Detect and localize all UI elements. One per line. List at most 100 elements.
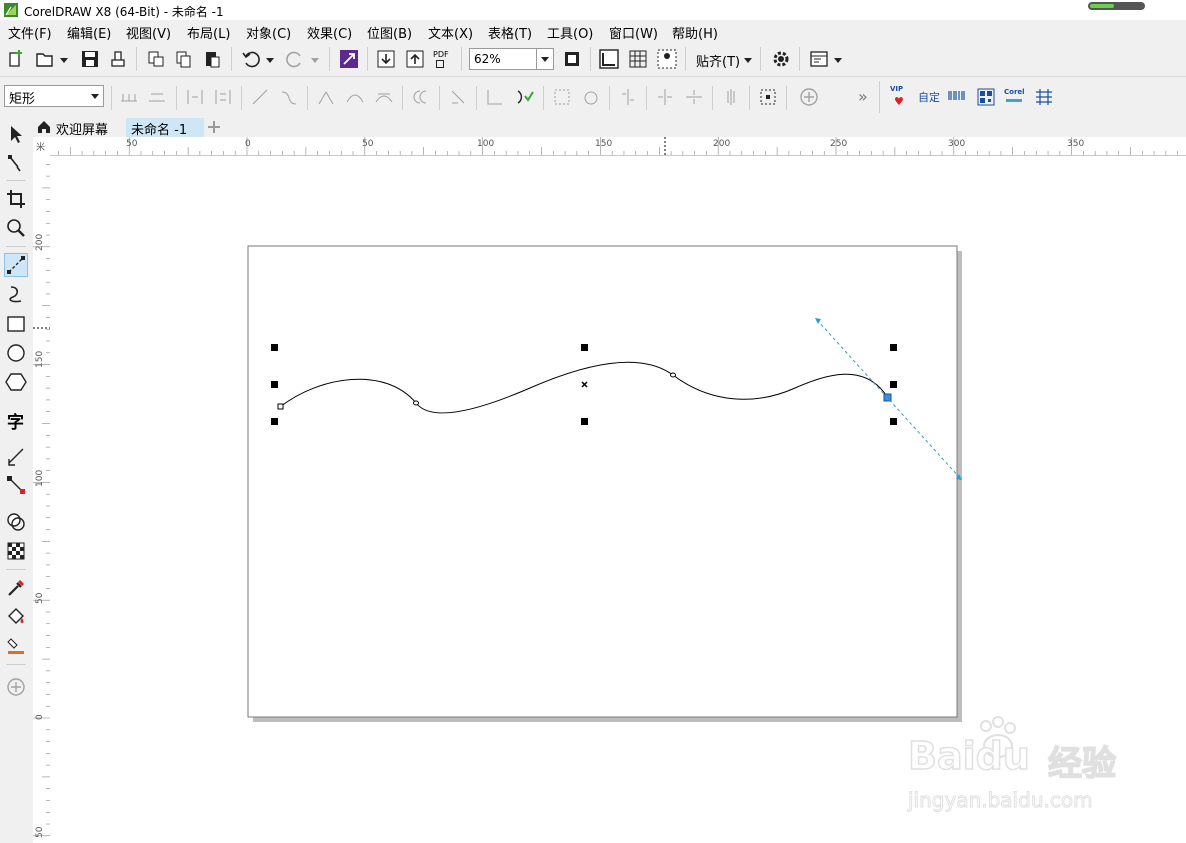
selection-handle[interactable]: [890, 344, 897, 351]
more-tools-chevron[interactable]: »: [858, 87, 868, 106]
transparency-tool-icon[interactable]: [5, 540, 27, 562]
curve-start-node[interactable]: [277, 403, 284, 410]
cut-icon[interactable]: [145, 48, 167, 70]
hruler-label: 200: [713, 139, 731, 149]
app-launcher-dropdown-icon[interactable]: [834, 58, 842, 63]
parallel-dimension-icon[interactable]: [5, 445, 27, 467]
snap-to-label[interactable]: 贴齐(T): [696, 51, 740, 70]
join-nodes-icon: [187, 90, 203, 104]
vip-icon[interactable]: VIP ♥: [888, 85, 910, 108]
pick-tool-icon[interactable]: [5, 123, 27, 145]
extend-curve-icon: [451, 90, 465, 104]
curve-node[interactable]: [413, 400, 419, 406]
qr-code-icon[interactable]: [975, 86, 997, 108]
paste-icon[interactable]: [201, 48, 223, 70]
corel-plugin-icon[interactable]: Corel: [1003, 86, 1027, 108]
menu-window[interactable]: 窗口(W): [609, 23, 658, 42]
tab-welcome-screen[interactable]: 欢迎屏幕: [33, 118, 125, 138]
show-guidelines-icon[interactable]: [656, 48, 678, 70]
corel-connect-icon[interactable]: [338, 48, 360, 70]
add-tool-icon[interactable]: [5, 676, 27, 698]
selection-handle[interactable]: [271, 381, 278, 388]
menu-object[interactable]: 对象(C): [246, 23, 291, 42]
menu-text[interactable]: 文本(X): [428, 23, 473, 42]
show-grid-icon[interactable]: [627, 48, 649, 70]
shape-tool-icon[interactable]: [5, 152, 27, 174]
new-document-icon[interactable]: [6, 48, 28, 70]
undo-dropdown-icon[interactable]: [266, 58, 274, 63]
menu-bitmaps[interactable]: 位图(B): [367, 23, 412, 42]
object-type-dropdown-icon[interactable]: [87, 86, 103, 106]
menu-table[interactable]: 表格(T): [488, 23, 532, 42]
ruler-origin-unit: 米: [36, 143, 46, 153]
menu-help[interactable]: 帮助(H): [672, 23, 718, 42]
vertical-ruler[interactable]: 200 150 100 50 0 50: [33, 155, 51, 843]
freehand-tool-icon[interactable]: [5, 254, 27, 276]
pdf-label: PDF: [433, 50, 449, 59]
tab-untitled-1[interactable]: 未命名 -1: [126, 118, 204, 138]
open-folder-icon[interactable]: [34, 48, 56, 70]
copy-icon[interactable]: [173, 48, 195, 70]
export-icon[interactable]: [404, 48, 426, 70]
full-screen-icon[interactable]: [561, 48, 583, 70]
hruler-label: 0: [245, 139, 251, 149]
barcode-icon[interactable]: [946, 86, 968, 108]
smart-fill-icon[interactable]: [5, 635, 27, 657]
snap-to-dropdown-icon[interactable]: [744, 58, 752, 63]
curve-node[interactable]: [670, 372, 676, 378]
interactive-fill-icon[interactable]: [5, 606, 27, 628]
undo-icon[interactable]: [240, 48, 262, 70]
print-icon[interactable]: [107, 48, 129, 70]
crop-tool-icon[interactable]: [5, 188, 27, 210]
artistic-media-icon[interactable]: [5, 283, 27, 305]
new-tab-plus-icon[interactable]: [207, 120, 221, 134]
zoom-level-combo[interactable]: 62%: [469, 48, 554, 70]
drawing-canvas[interactable]: Baidu 经验 jingyan.baidu.com: [50, 156, 1186, 843]
selection-handle[interactable]: [890, 381, 897, 388]
options-gear-icon[interactable]: [770, 48, 792, 70]
save-icon[interactable]: [79, 48, 101, 70]
app-launcher-icon[interactable]: [808, 48, 830, 70]
close-curve-icon[interactable]: [513, 86, 535, 108]
menu-tools[interactable]: 工具(O): [547, 23, 593, 42]
menu-edit[interactable]: 编辑(E): [67, 23, 111, 42]
text-tool-icon[interactable]: 字: [7, 408, 24, 433]
eyedropper-tool-icon[interactable]: [5, 577, 27, 599]
selection-handle[interactable]: [271, 418, 278, 425]
selection-handle[interactable]: [581, 344, 588, 351]
delete-node-icon: [149, 93, 165, 102]
polygon-tool-icon[interactable]: [5, 371, 27, 393]
import-icon[interactable]: [375, 48, 397, 70]
connector-tool-icon[interactable]: [5, 474, 27, 496]
shadow-tool-icon[interactable]: [5, 511, 27, 533]
custom-icon[interactable]: 自定: [918, 89, 940, 105]
mirror-vertical-icon: [686, 90, 702, 104]
vruler-label: 50: [35, 592, 45, 604]
title-bar: CorelDRAW X8 (64-Bit) - 未命名 -1: [0, 0, 1186, 20]
object-type-combo[interactable]: 矩形: [4, 85, 104, 107]
page: [247, 245, 958, 718]
rectangle-tool-icon[interactable]: [5, 313, 27, 335]
menu-layout[interactable]: 布局(L): [187, 23, 230, 42]
show-rulers-icon[interactable]: [598, 48, 620, 70]
publish-pdf-icon[interactable]: PDF: [432, 50, 454, 72]
redo-dropdown-icon: [311, 58, 319, 63]
plugin-tool-icon[interactable]: [1033, 86, 1055, 108]
menu-file[interactable]: 文件(F): [8, 23, 52, 42]
cusp-node-icon: [318, 91, 334, 105]
menu-view[interactable]: 视图(V): [126, 23, 171, 42]
property-bar: 矩形 » VIP ♥ 自定 Corel: [0, 77, 1186, 118]
horizontal-ruler[interactable]: 米 50 0 50 100 150 200 250 300 350: [33, 137, 1186, 156]
hruler-label: 150: [595, 139, 613, 149]
align-nodes-icon: [622, 89, 634, 105]
zoom-dropdown-icon[interactable]: [536, 49, 553, 69]
zoom-tool-icon[interactable]: [5, 217, 27, 239]
menu-effects[interactable]: 效果(C): [307, 23, 352, 42]
add-button-icon: [800, 88, 818, 106]
ellipse-tool-icon[interactable]: [5, 342, 27, 364]
open-recent-dropdown-icon[interactable]: [60, 58, 68, 63]
selection-handle[interactable]: [271, 344, 278, 351]
selection-handle[interactable]: [890, 418, 897, 425]
select-all-nodes-button-icon[interactable]: [757, 86, 779, 108]
selection-handle[interactable]: [581, 418, 588, 425]
